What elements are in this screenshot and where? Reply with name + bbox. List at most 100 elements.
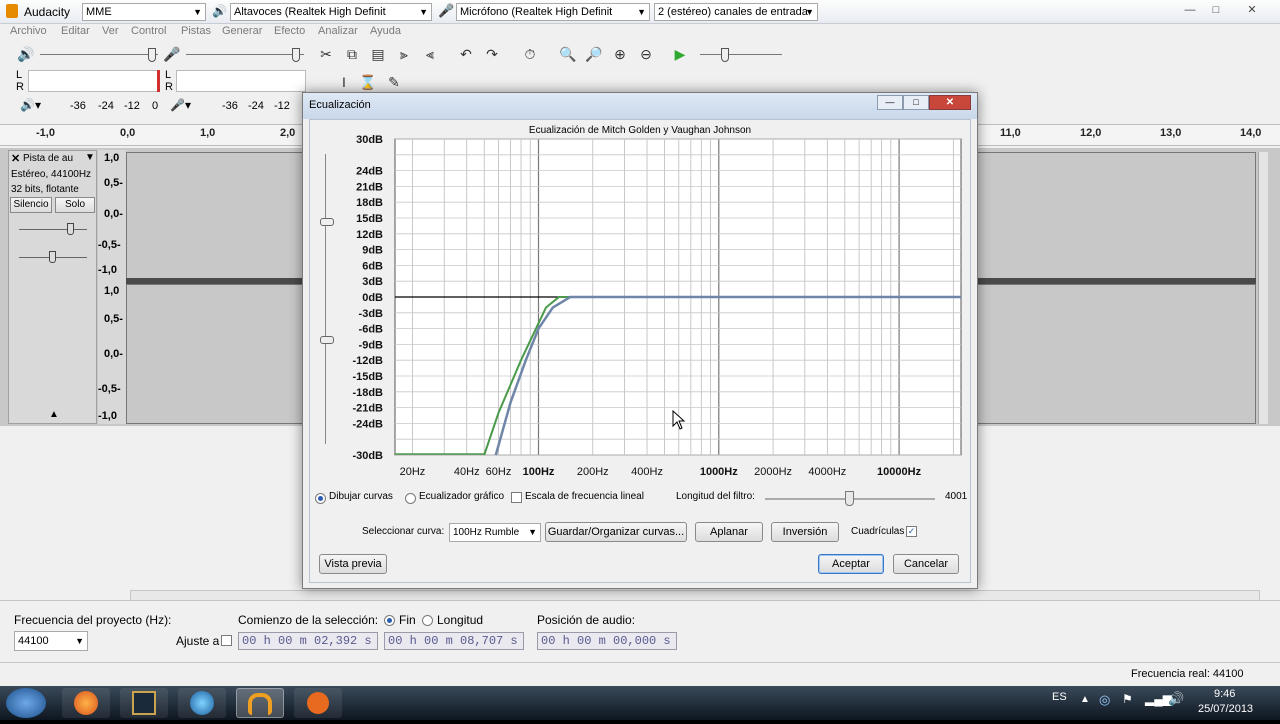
minimize-button[interactable]: —	[1178, 3, 1202, 19]
league-taskbar-icon[interactable]	[120, 688, 168, 718]
network-globe-icon[interactable]: ◎	[1099, 692, 1110, 708]
track-control-panel: ✕ Pista de au ▼ Estéreo, 44100Hz 32 bits…	[8, 150, 97, 424]
selection-tool-icon[interactable]: I	[334, 72, 354, 92]
track-name-menu[interactable]: Pista de au	[23, 153, 73, 164]
menu-editar[interactable]: Editar	[61, 25, 90, 37]
gain-thumb[interactable]	[67, 223, 74, 235]
sync-lock-icon[interactable]: ⏱	[520, 44, 540, 64]
filter-length-thumb[interactable]	[845, 491, 854, 506]
play-speed-thumb[interactable]	[721, 48, 729, 62]
zoom-in-icon[interactable]: 🔍	[558, 44, 578, 64]
redo-icon[interactable]: ↷	[482, 44, 502, 64]
fit-project-icon[interactable]: ⊖	[636, 44, 656, 64]
flatten-button[interactable]: Aplanar	[695, 522, 763, 542]
play-speed-slider[interactable]	[700, 54, 782, 55]
menu-pistas[interactable]: Pistas	[181, 25, 211, 37]
solo-button[interactable]: Solo	[55, 197, 95, 213]
scale-label: 1,0	[104, 285, 120, 297]
end-radio[interactable]	[384, 615, 395, 626]
ruler-tick: -1,0	[36, 127, 55, 139]
cancel-button[interactable]: Cancelar	[893, 554, 959, 574]
snap-checkbox[interactable]	[221, 635, 232, 646]
clock-time[interactable]: 9:46	[1214, 688, 1235, 700]
menu-control[interactable]: Control	[131, 25, 166, 37]
vertical-scale: 1,0 0,5- 0,0- -0,5- -1,0 1,0 0,5- 0,0- -…	[98, 150, 126, 424]
menu-analizar[interactable]: Analizar	[318, 25, 358, 37]
playback-meter[interactable]	[28, 70, 160, 92]
selection-end-time[interactable]: 00 h 00 m 08,707 s	[384, 632, 524, 650]
output-device-select[interactable]: Altavoces (Realtek High Definit ▼	[230, 3, 432, 21]
x-axis-label: 400Hz	[631, 466, 663, 478]
record-meter[interactable]	[176, 70, 306, 92]
cut-icon[interactable]: ✂	[316, 44, 336, 64]
close-button[interactable]: ✕	[1240, 3, 1264, 19]
copy-icon[interactable]: ⧉	[342, 44, 362, 64]
grid-checkbox[interactable]: ✓	[906, 526, 917, 537]
paste-icon[interactable]: ▤	[368, 44, 388, 64]
draw-curves-radio[interactable]	[315, 493, 326, 504]
record-meter-l-label: L	[165, 69, 172, 81]
graphic-eq-label: Ecualizador gráfico	[419, 491, 505, 502]
language-indicator[interactable]: ES	[1052, 691, 1067, 703]
media-taskbar-icon[interactable]	[178, 688, 226, 718]
record-volume-slider[interactable]	[186, 54, 304, 55]
menu-generar[interactable]: Generar	[222, 25, 262, 37]
pan-thumb[interactable]	[49, 251, 56, 263]
audacity-taskbar-icon[interactable]	[236, 688, 284, 718]
y-axis-label: 21dB	[356, 181, 383, 193]
ok-button[interactable]: Aceptar	[818, 554, 884, 574]
x-axis-label: 40Hz	[454, 466, 480, 478]
audio-position-time[interactable]: 00 h 00 m 00,000 s	[537, 632, 677, 650]
trim-icon[interactable]: ⫸	[394, 44, 414, 64]
track-close-icon[interactable]: ✕	[11, 152, 20, 165]
gain-slider[interactable]	[19, 229, 87, 230]
start-button[interactable]	[6, 688, 46, 718]
audacity-logo-icon	[6, 4, 18, 18]
mute-button[interactable]: Silencio	[10, 197, 52, 213]
menu-archivo[interactable]: Archivo	[10, 25, 47, 37]
save-manage-curves-button[interactable]: Guardar/Organizar curvas...	[545, 522, 687, 542]
record-meter-r-label: R	[165, 81, 173, 93]
channels-select[interactable]: 2 (estéreo) canales de entrada ▼	[654, 3, 818, 21]
playback-volume-thumb[interactable]	[148, 48, 156, 62]
eq-curve-chart[interactable]: 30dB 24dB 21dB 18dB 15dB 12dB 9dB 6dB 3dB 0dB -3dB…	[303, 93, 979, 590]
graphic-eq-radio[interactable]	[405, 493, 416, 504]
playback-volume-slider[interactable]	[40, 54, 158, 55]
input-device-select[interactable]: Micrófono (Realtek High Definit ▼	[456, 3, 650, 21]
x-axis-label: 2000Hz	[754, 466, 792, 478]
preview-button[interactable]: Vista previa	[319, 554, 387, 574]
microphone-icon: 🎤	[438, 3, 455, 18]
snap-label: Ajuste a	[176, 634, 220, 648]
envelope-tool-icon[interactable]: ⌛	[358, 72, 378, 92]
play-at-speed-icon[interactable]: ▶	[670, 44, 690, 64]
clock-date[interactable]: 25/07/2013	[1198, 703, 1253, 715]
draw-tool-icon[interactable]: ✎	[384, 72, 404, 92]
firefox-taskbar-icon[interactable]	[62, 688, 110, 718]
volume-icon[interactable]: 🔊	[1168, 691, 1184, 707]
paw-taskbar-icon[interactable]	[294, 688, 342, 718]
curve-select[interactable]: 100Hz Rumble ▼	[449, 523, 541, 542]
ruler-tick: 0,0	[120, 127, 136, 139]
flag-icon[interactable]: ⚑	[1122, 692, 1133, 706]
fit-selection-icon[interactable]: ⊕	[610, 44, 630, 64]
maximize-button[interactable]: □	[1204, 3, 1228, 19]
project-rate-select[interactable]: 44100 ▼	[14, 631, 88, 651]
menu-ayuda[interactable]: Ayuda	[370, 25, 401, 37]
menu-ver[interactable]: Ver	[102, 25, 119, 37]
length-radio[interactable]	[422, 615, 433, 626]
track-menu-chevron-icon[interactable]: ▼	[85, 152, 95, 163]
host-select[interactable]: MME ▼	[82, 3, 206, 21]
show-hidden-icons-icon[interactable]: ▲	[1080, 694, 1090, 705]
invert-button[interactable]: Inversión	[771, 522, 839, 542]
y-axis-label: 0dB	[362, 292, 383, 304]
menu-efecto[interactable]: Efecto	[274, 25, 305, 37]
y-axis-label: 15dB	[356, 213, 383, 225]
zoom-out-icon[interactable]: 🔎	[584, 44, 604, 64]
silence-icon[interactable]: ⫷	[420, 44, 440, 64]
record-volume-thumb[interactable]	[292, 48, 300, 62]
undo-icon[interactable]: ↶	[456, 44, 476, 64]
selection-start-time[interactable]: 00 h 00 m 02,392 s	[238, 632, 378, 650]
vertical-scrollbar[interactable]	[1258, 152, 1268, 424]
collapse-track-icon[interactable]: ▲	[49, 409, 59, 420]
linear-scale-checkbox[interactable]	[511, 492, 522, 503]
